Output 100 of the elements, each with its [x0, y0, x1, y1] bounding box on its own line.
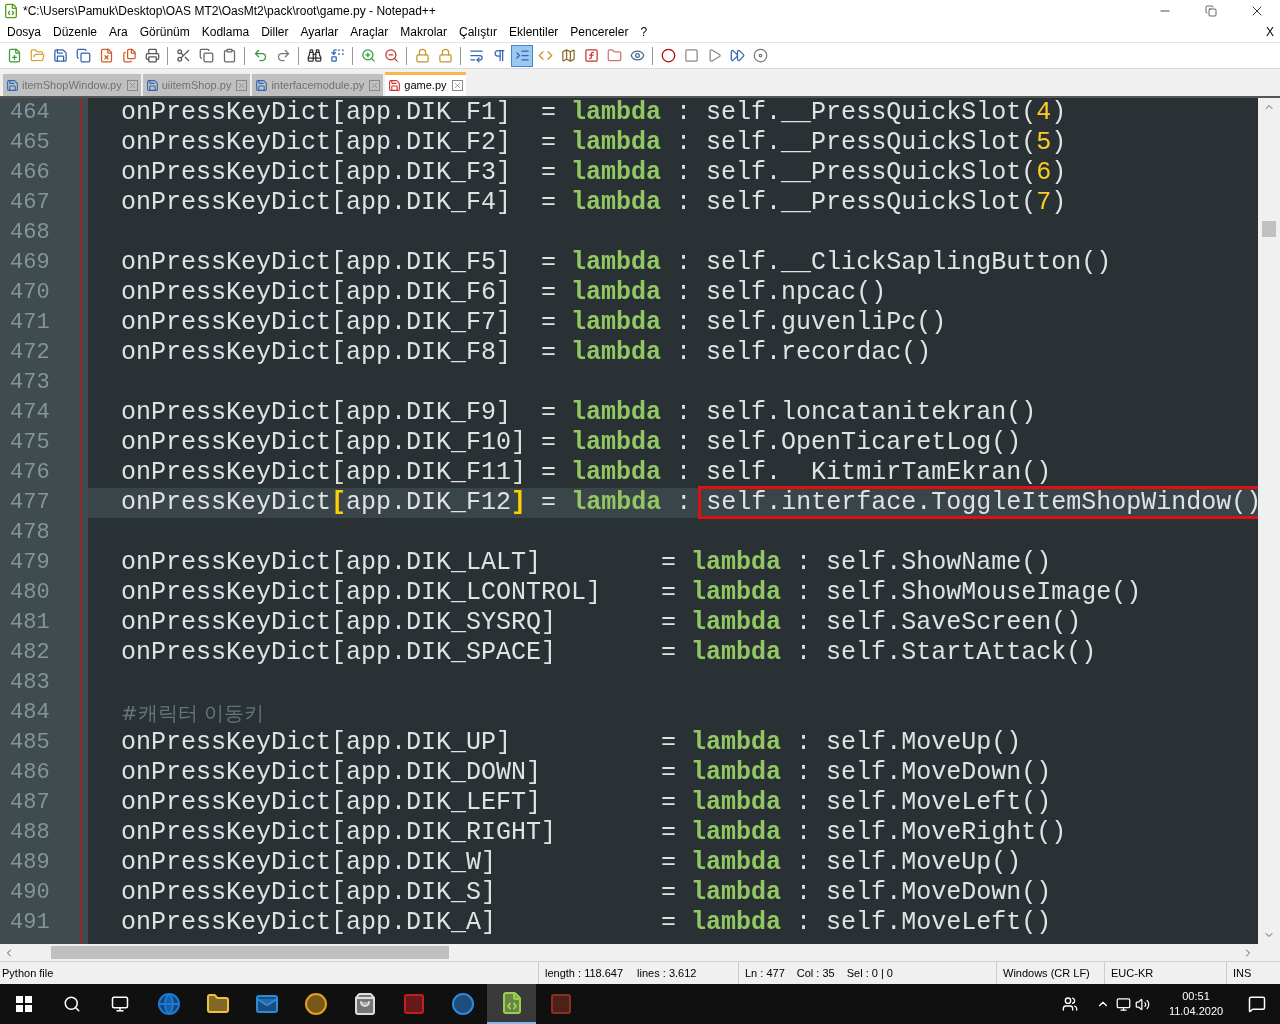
windows-start-icon[interactable] — [16, 996, 32, 1012]
save-icon — [52, 48, 68, 63]
window-title: *C:\Users\Pamuk\Desktop\OAS MT2\OasMt2\pack\root\game.py - Notepad++ — [23, 3, 436, 20]
menu-item[interactable]: Eklentiler — [503, 23, 565, 41]
code-line: onPressKeyDict[app.DIK_DOWN] = lambda : self.MoveDown() — [121, 758, 1052, 788]
menu-item[interactable]: Ayarlar — [294, 23, 345, 41]
line-number: 474 — [9, 399, 51, 427]
eye-icon — [629, 48, 645, 63]
menu-item[interactable]: Araçlar — [344, 23, 395, 41]
lines-status: lines : 3.612 — [637, 965, 697, 981]
volume-icon[interactable] — [1135, 996, 1150, 1012]
line-number: 476 — [9, 459, 51, 487]
column-status: Col : 35 — [796, 965, 835, 981]
close-document-button[interactable]: X — [1260, 23, 1280, 41]
line-number: 487 — [9, 789, 51, 817]
close-file-icon — [98, 48, 114, 63]
menu-item[interactable]: Düzenle — [47, 23, 104, 41]
code-line: onPressKeyDict[app.DIK_F10] = lambda : self.OpenTicaretLog() — [121, 428, 1022, 458]
code-line: onPressKeyDict[app.DIK_SYSRQ] = lambda : self.SaveScreen() — [121, 608, 1082, 638]
menu-item[interactable]: Diller — [255, 23, 295, 41]
fast-forward-icon — [729, 48, 745, 63]
network-icon[interactable] — [1116, 996, 1131, 1012]
lock-icon — [414, 48, 430, 63]
menu-item[interactable]: Çalıştır — [453, 23, 503, 41]
close-all-icon — [121, 48, 137, 63]
line-number: 464 — [9, 99, 51, 127]
menu-item[interactable]: ? — [634, 23, 654, 41]
horizontal-scrollbar[interactable] — [0, 944, 1280, 961]
code-line: onPressKeyDict[app.DIK_S] = lambda : self.MoveDown() — [121, 878, 1052, 908]
menu-item[interactable]: Makrolar — [394, 23, 453, 41]
tab-label: uiitemShop.py — [161, 77, 232, 93]
people-icon[interactable] — [1062, 996, 1078, 1012]
scrollbar-thumb[interactable] — [1262, 221, 1276, 237]
line-number: 486 — [9, 759, 51, 787]
search-icon[interactable] — [63, 995, 81, 1013]
vertical-scrollbar[interactable] — [1258, 98, 1280, 944]
code-line: onPressKeyDict[app.DIK_LALT] = lambda : self.ShowName() — [121, 548, 1052, 578]
line-number: 480 — [9, 579, 51, 607]
macro-save-icon — [752, 48, 768, 63]
line-number: 491 — [9, 909, 51, 937]
code-line: onPressKeyDict[app.DIK_UP] = lambda : self.MoveUp() — [121, 728, 1022, 758]
code-line: onPressKeyDict[app.DIK_F6] = lambda : self.npcac() — [121, 278, 887, 308]
line-number: 468 — [9, 219, 51, 247]
code-line: onPressKeyDict[app.DIK_W] = lambda : self.MoveUp() — [121, 848, 1022, 878]
line-number: 467 — [9, 189, 51, 217]
task-view-icon[interactable] — [111, 995, 129, 1013]
line-number: 478 — [9, 519, 51, 547]
clock-date[interactable]: 11.04.2020 — [1168, 1004, 1224, 1019]
line-number: 475 — [9, 429, 51, 457]
code-line: onPressKeyDict[app.DIK_F7] = lambda : self.guvenliPc() — [121, 308, 947, 338]
code-line: onPressKeyDict[app.DIK_F9] = lambda : self.loncatanitekran() — [121, 398, 1037, 428]
notepad-icon[interactable] — [487, 984, 536, 1024]
code-line: onPressKeyDict[app.DIK_LCONTROL] = lambda : self.ShowMouseImage() — [121, 578, 1142, 608]
new-file-icon — [6, 48, 22, 63]
indent-guide-button[interactable] — [511, 44, 533, 67]
code-line: onPressKeyDict[app.DIK_F5] = lambda : self.__ClickSaplingButton() — [121, 248, 1112, 278]
code-line: onPressKeyDict[app.DIK_RIGHT] = lambda : self.MoveRight() — [121, 818, 1067, 848]
menu-item[interactable]: Dosya — [1, 23, 47, 41]
app-icon — [3, 3, 19, 19]
code-line: onPressKeyDict[app.DIK_F8] = lambda : self.recordac() — [121, 338, 932, 368]
scrollbar-thumb[interactable] — [51, 946, 449, 959]
notification-icon[interactable] — [1248, 995, 1266, 1013]
line-number: 470 — [9, 279, 51, 307]
line-number: 483 — [9, 669, 51, 697]
replace-icon — [329, 48, 345, 63]
printer-icon — [144, 48, 160, 63]
code-comment: #캐릭터 이동키 — [121, 699, 265, 727]
menu-item[interactable]: Görünüm — [133, 23, 196, 41]
zoom-in-icon — [360, 48, 376, 63]
close-icon[interactable] — [451, 80, 463, 91]
folder-icon — [606, 48, 622, 63]
line-number: 490 — [9, 879, 51, 907]
length-status: length : 118.647 — [545, 965, 624, 981]
line-number: 489 — [9, 849, 51, 877]
wrap-icon — [468, 48, 484, 63]
line-number: 479 — [9, 549, 51, 577]
restore-icon — [1205, 5, 1217, 17]
stop-icon — [683, 48, 699, 63]
redo-icon — [275, 48, 291, 63]
undo-icon — [252, 48, 268, 63]
line-number: 465 — [9, 129, 51, 157]
code-line: onPressKeyDict[app.DIK_SPACE] = lambda : self.StartAttack() — [121, 638, 1097, 668]
menu-item[interactable]: Ara — [103, 23, 134, 41]
code-line: onPressKeyDict[app.DIK_F1] = lambda : self.__PressQuickSlot(4) — [121, 98, 1067, 128]
tab-label: interfacemodule.py — [271, 77, 365, 93]
line-number: 481 — [9, 609, 51, 637]
line-number: 471 — [9, 309, 51, 337]
save-all-icon — [75, 48, 91, 63]
line-number: 472 — [9, 339, 51, 367]
line-number: 469 — [9, 249, 51, 277]
file-tab[interactable]: game.py — [385, 72, 466, 96]
code-line: onPressKeyDict[app.DIK_F4] = lambda : self.__PressQuickSlot(7) — [121, 188, 1067, 218]
menu-item[interactable]: Pencereler — [564, 23, 635, 41]
line-number: 485 — [9, 729, 51, 757]
clock-time[interactable]: 00:51 — [1182, 989, 1210, 1004]
lock-icon — [437, 48, 453, 63]
code-line: onPressKeyDict[app.DIK_A] = lambda : self.MoveLeft() — [121, 908, 1052, 938]
line-number: 477 — [9, 489, 51, 517]
menu-item[interactable]: Kodlama — [195, 23, 256, 41]
line-number: 466 — [9, 159, 51, 187]
